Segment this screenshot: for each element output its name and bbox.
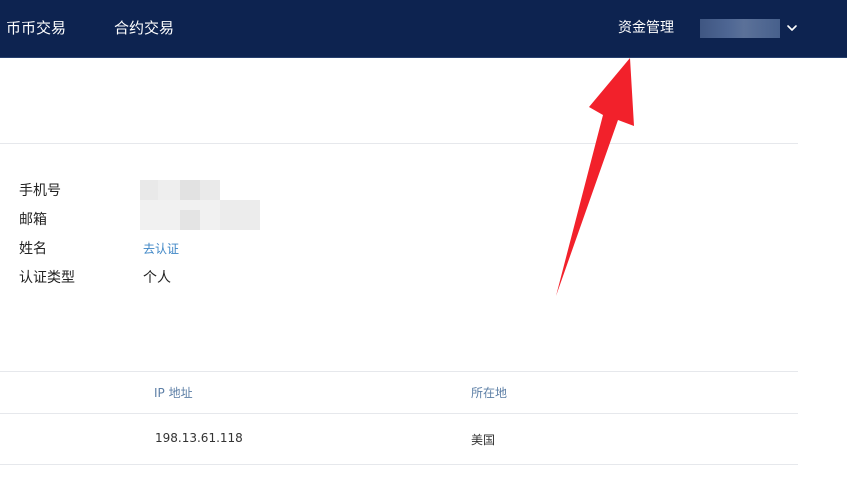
section-divider bbox=[0, 143, 798, 144]
table-bottom-divider bbox=[0, 464, 798, 465]
cert-type-label: 认证类型 bbox=[19, 270, 75, 286]
verify-identity-link[interactable]: 去认证 bbox=[143, 240, 179, 257]
top-navigation-bar: 币币交易 合约交易 资金管理 bbox=[0, 0, 847, 58]
row-ip-address: 198.13.61.118 bbox=[155, 431, 243, 445]
annotation-arrow bbox=[556, 58, 634, 296]
email-value-redacted bbox=[140, 200, 260, 230]
nav-spot-trading[interactable]: 币币交易 bbox=[6, 0, 66, 57]
chevron-down-icon[interactable] bbox=[786, 20, 798, 36]
column-header-ip: IP 地址 bbox=[154, 386, 193, 400]
column-header-location: 所在地 bbox=[471, 386, 508, 400]
phone-value-redacted bbox=[140, 180, 220, 200]
phone-label: 手机号 bbox=[19, 183, 61, 199]
table-header-divider bbox=[0, 413, 798, 414]
account-name-redacted bbox=[700, 19, 780, 38]
email-label: 邮箱 bbox=[19, 212, 47, 228]
nav-asset-management[interactable]: 资金管理 bbox=[618, 0, 674, 57]
row-location: 美国 bbox=[471, 433, 496, 447]
name-label: 姓名 bbox=[19, 241, 47, 257]
nav-contract-trading[interactable]: 合约交易 bbox=[114, 0, 174, 57]
cert-type-value: 个人 bbox=[143, 270, 171, 286]
table-top-divider bbox=[0, 371, 798, 372]
account-menu[interactable] bbox=[700, 19, 800, 38]
